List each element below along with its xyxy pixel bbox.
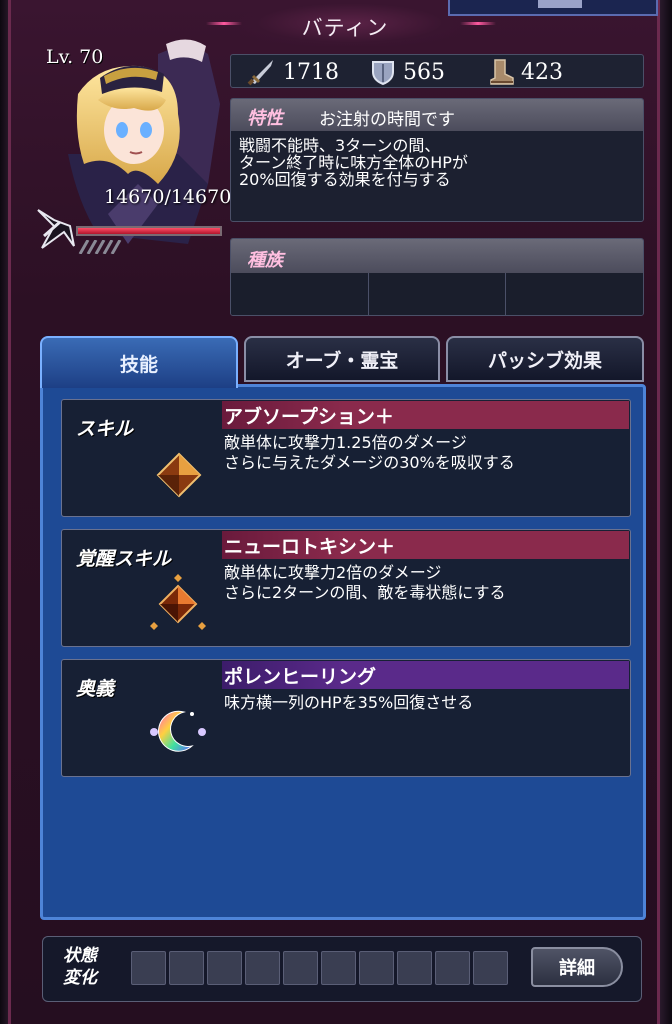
status-label: 状態 変化 <box>63 946 97 988</box>
defense-stat: 565 <box>369 55 445 89</box>
trait-panel: 特性 お注射の時間です 戦闘不能時、3ターンの間、 ターン終了時に味方全体のHP… <box>230 98 644 222</box>
sparkle-right <box>460 22 496 25</box>
skill-name-bar: ポレンヒーリング <box>222 661 629 689</box>
hp-bar <box>76 226 222 236</box>
status-slot <box>473 951 508 985</box>
right-edge <box>660 0 672 1024</box>
speed-value: 423 <box>521 59 563 85</box>
attack-value: 1718 <box>283 59 339 85</box>
skill-type-label: 覚醒スキル <box>76 548 172 570</box>
tab-skills[interactable]: 技能 <box>40 336 238 388</box>
status-slot <box>245 951 280 985</box>
defense-value: 565 <box>403 59 445 85</box>
hp-bar-fill <box>78 228 220 234</box>
status-slot <box>359 951 394 985</box>
trait-description: 戦闘不能時、3ターンの間、 ターン終了時に味方全体のHPが 20%回復する効果を… <box>239 136 468 189</box>
status-slot <box>131 951 166 985</box>
top-page-tab[interactable] <box>448 0 658 16</box>
status-effects-bar: 状態 変化 詳細 <box>42 936 642 1002</box>
skill-name: ニューロトキシン＋ <box>224 535 396 558</box>
tab-orb-treasure[interactable]: オーブ・霊宝 <box>244 336 440 382</box>
skill-card-ultimate[interactable]: 奥義 ポレンヒーリング 味方横一列のHPを35%回復させる <box>61 659 631 777</box>
top-page-tab-selected <box>538 0 582 8</box>
hp-value: 14670/14670 <box>104 186 232 208</box>
speed-stat: 423 <box>487 55 563 89</box>
race-cell <box>231 273 369 315</box>
class-icon <box>37 209 75 249</box>
skills-panel: スキル アブソープション＋ 敵単体に攻撃力1.25倍のダメージ さらに与えたダメ… <box>40 384 646 920</box>
race-cell <box>506 273 643 315</box>
skill-description: 敵単体に攻撃力2倍のダメージ さらに2ターンの間、敵を毒状態にする <box>224 563 506 602</box>
skill-type-label: 奥義 <box>76 678 115 700</box>
status-slot <box>321 951 356 985</box>
hp-bar-hatch <box>78 240 122 254</box>
race-cell <box>368 273 507 315</box>
skill-card-skill[interactable]: スキル アブソープション＋ 敵単体に攻撃力1.25倍のダメージ さらに与えたダメ… <box>61 399 631 517</box>
level-label: Lv. 70 <box>46 46 104 68</box>
tab-passive-effects[interactable]: パッシブ効果 <box>446 336 644 382</box>
status-slot <box>207 951 242 985</box>
detail-button[interactable]: 詳細 <box>531 947 623 987</box>
sword-icon <box>247 60 273 86</box>
orange-gem-icon <box>156 452 202 498</box>
skill-name: ポレンヒーリング <box>224 665 377 688</box>
character-name: バティン <box>301 16 389 40</box>
trait-label: 特性 <box>247 108 283 129</box>
status-slot <box>435 951 470 985</box>
awakened-gem-icon <box>150 574 206 630</box>
race-label: 種族 <box>247 250 283 271</box>
skill-description: 味方横一列のHPを35%回復させる <box>224 693 474 712</box>
trait-header: 特性 お注射の時間です <box>231 99 643 131</box>
race-header: 種族 <box>231 239 643 273</box>
status-slot <box>283 951 318 985</box>
shield-icon <box>372 61 394 86</box>
boot-icon <box>490 59 514 85</box>
skill-name-bar: アブソープション＋ <box>222 401 629 429</box>
status-slot <box>397 951 432 985</box>
skill-type-label: スキル <box>76 418 134 440</box>
stats-bar: 1718 565 423 <box>230 54 644 88</box>
status-slots <box>131 951 508 985</box>
rainbow-crescent-icon <box>150 710 206 752</box>
sparkle-left <box>206 22 242 25</box>
status-slot <box>169 951 204 985</box>
skill-description: 敵単体に攻撃力1.25倍のダメージ さらに与えたダメージの30%を吸収する <box>224 433 515 472</box>
race-panel: 種族 <box>230 238 644 316</box>
skill-name: アブソープション＋ <box>224 405 394 428</box>
skill-card-awakened[interactable]: 覚醒スキル ニューロトキシン＋ 敵単体に攻撃力2倍のダメージ さらに2ターンの間… <box>61 529 631 647</box>
trait-name: お注射の時間です <box>319 110 455 130</box>
attack-stat: 1718 <box>247 55 339 89</box>
skill-name-bar: ニューロトキシン＋ <box>222 531 629 559</box>
race-cells <box>231 273 643 315</box>
